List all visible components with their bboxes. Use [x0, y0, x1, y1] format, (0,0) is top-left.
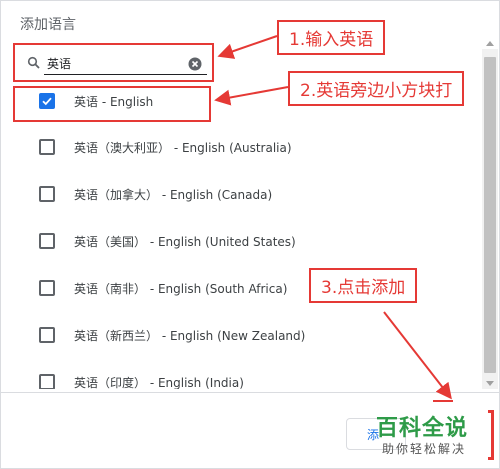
checkbox[interactable] — [39, 374, 55, 389]
scroll-up-icon[interactable] — [486, 41, 494, 46]
language-row-english-australia[interactable]: 英语（澳大利亚） - English (Australia) — [1, 125, 481, 171]
language-label: 英语（南非） - English (South Africa) — [74, 282, 288, 296]
step1-callout: 1.输入英语 — [277, 20, 386, 55]
english-highlight-box — [13, 86, 211, 122]
watermark-bracket — [488, 410, 494, 460]
language-list: 英语 - English 英语（澳大利亚） - English (Austral… — [1, 79, 481, 389]
search-highlight-box — [13, 43, 214, 82]
language-row-english-canada[interactable]: 英语（加拿大） - English (Canada) — [1, 172, 481, 218]
language-label: 英语（新西兰） - English (New Zealand) — [74, 329, 306, 343]
checkbox[interactable] — [39, 139, 55, 155]
language-row-english-us[interactable]: 英语（美国） - English (United States) — [1, 219, 481, 265]
watermark-title: 百科全说 — [376, 416, 469, 441]
checkbox[interactable] — [39, 327, 55, 343]
step3-callout: 3.点击添加 — [309, 268, 418, 303]
watermark-subtitle: 助你轻松解决 — [382, 442, 467, 456]
language-row-english-india[interactable]: 英语（印度） - English (India) — [1, 360, 481, 389]
scroll-down-icon[interactable] — [486, 381, 494, 386]
language-label: 英语（美国） - English (United States) — [74, 235, 296, 249]
language-label: 英语（澳大利亚） - English (Australia) — [74, 141, 292, 155]
language-label: 英语（加拿大） - English (Canada) — [74, 188, 273, 202]
step2-callout: 2.英语旁边小方块打 — [288, 71, 465, 106]
language-row-english-new-zealand[interactable]: 英语（新西兰） - English (New Zealand) — [1, 313, 481, 359]
checkbox[interactable] — [39, 233, 55, 249]
language-label: 英语（印度） - English (India) — [74, 376, 244, 389]
dialog-title: 添加语言 — [20, 17, 76, 33]
checkbox[interactable] — [39, 186, 55, 202]
checkbox[interactable] — [39, 280, 55, 296]
watermark-logo: 百科全说 助你轻松解决 — [372, 408, 494, 464]
scrollbar-thumb[interactable] — [484, 57, 496, 373]
footer-divider — [1, 392, 500, 393]
